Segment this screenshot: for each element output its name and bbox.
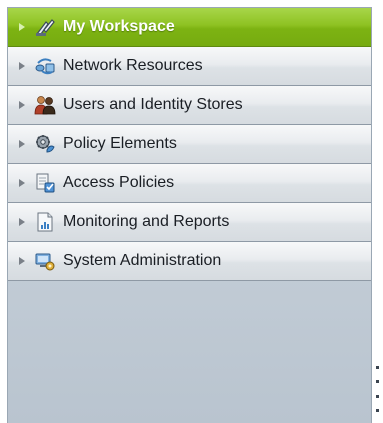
navigation-panel: My Workspace Network Resources Users and… <box>7 7 379 423</box>
nav-item-label: Users and Identity Stores <box>63 96 243 113</box>
grip-dot <box>376 408 379 412</box>
users-icon <box>34 94 56 116</box>
nav-item-network-resources[interactable]: Network Resources <box>8 47 371 86</box>
expand-arrow-icon[interactable] <box>19 179 25 187</box>
nav-item-label: Network Resources <box>63 57 203 74</box>
workspace-icon <box>34 16 56 38</box>
policy-elements-icon <box>34 133 56 155</box>
nav-item-label: Access Policies <box>63 174 175 191</box>
system-administration-icon <box>34 250 56 272</box>
nav-item-users-and-identity-stores[interactable]: Users and Identity Stores <box>8 86 371 125</box>
nav-item-label: My Workspace <box>63 18 175 35</box>
nav-item-label: Monitoring and Reports <box>63 213 230 230</box>
nav-item-policy-elements[interactable]: Policy Elements <box>8 125 371 164</box>
nav-item-my-workspace[interactable]: My Workspace <box>8 8 371 47</box>
nav-item-system-administration[interactable]: System Administration <box>8 242 371 281</box>
navigation-menu: My Workspace Network Resources Users and… <box>8 8 371 281</box>
monitoring-reports-icon <box>34 211 56 233</box>
network-resources-icon <box>34 55 56 77</box>
grip-dot <box>376 380 379 384</box>
expand-arrow-icon[interactable] <box>19 257 25 265</box>
expand-arrow-icon[interactable] <box>19 218 25 226</box>
expand-arrow-icon[interactable] <box>19 23 25 31</box>
nav-item-label: System Administration <box>63 252 222 269</box>
expand-arrow-icon[interactable] <box>19 101 25 109</box>
nav-item-label: Policy Elements <box>63 135 177 152</box>
expand-arrow-icon[interactable] <box>19 62 25 70</box>
expand-arrow-icon[interactable] <box>19 140 25 148</box>
access-policies-icon <box>34 172 56 194</box>
grip-dot <box>376 366 379 369</box>
nav-item-access-policies[interactable]: Access Policies <box>8 164 371 203</box>
resize-grip[interactable] <box>376 366 379 412</box>
grip-dot <box>376 394 379 398</box>
nav-item-monitoring-and-reports[interactable]: Monitoring and Reports <box>8 203 371 242</box>
